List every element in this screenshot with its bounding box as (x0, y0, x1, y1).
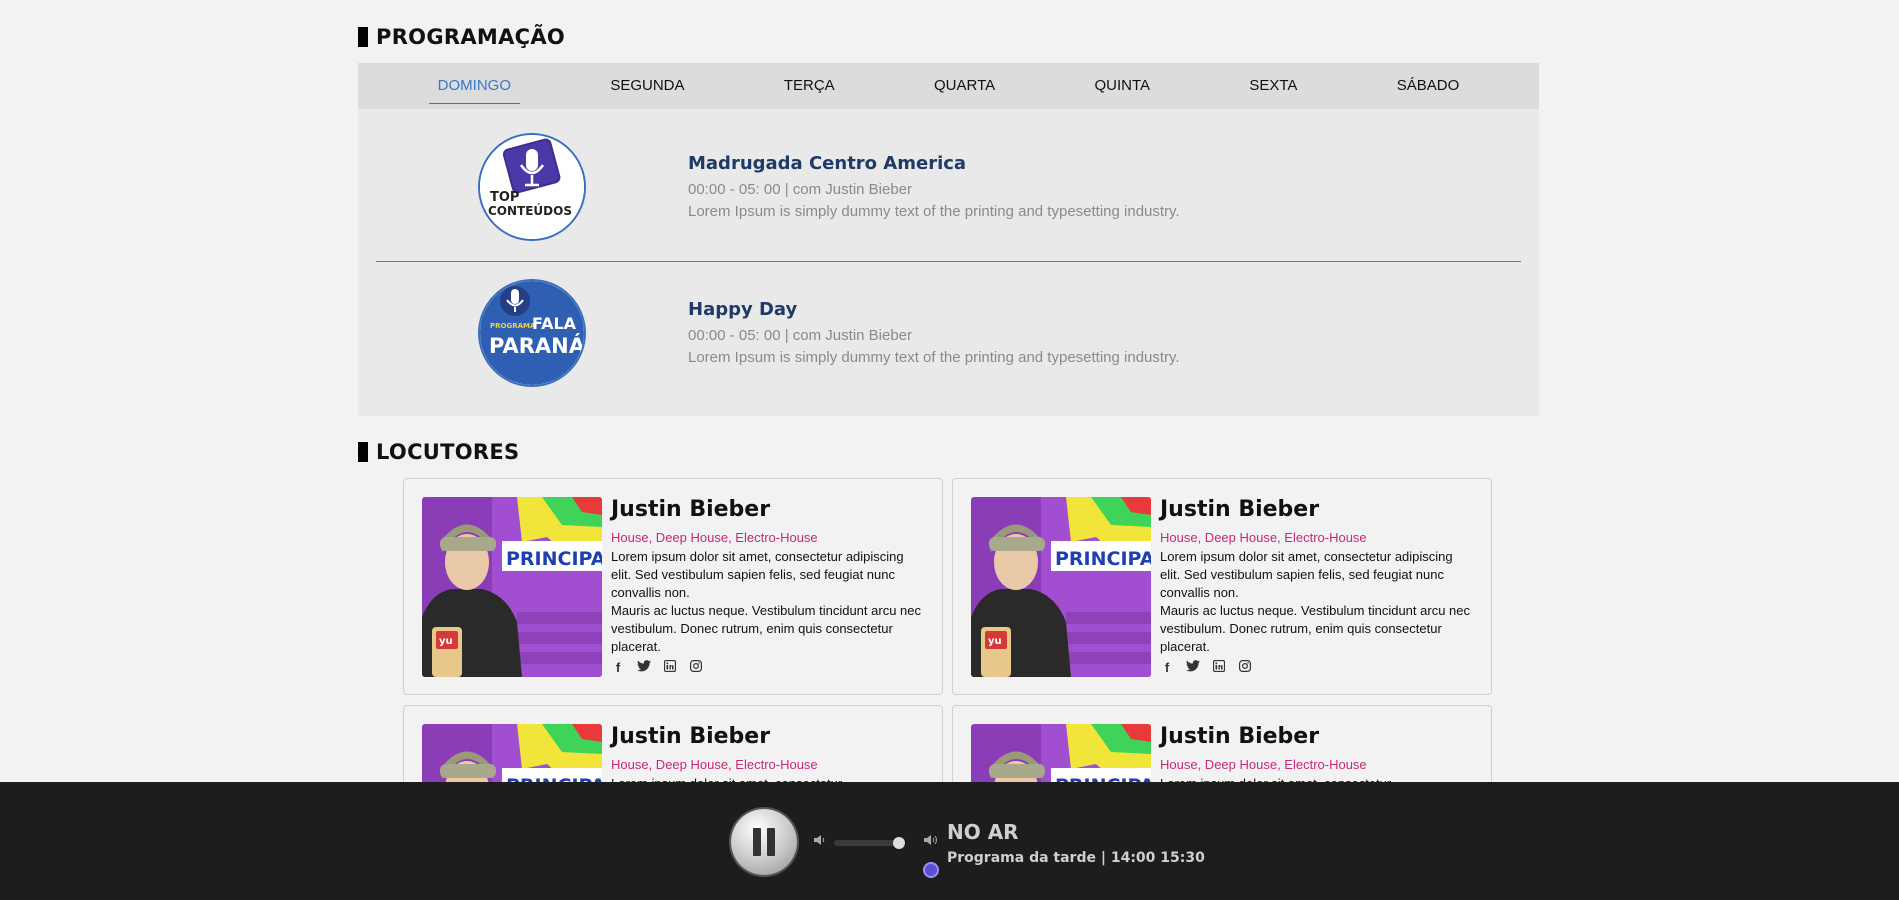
host-photo: PRINCIPA yu (422, 497, 602, 677)
instagram-icon[interactable] (1238, 660, 1252, 675)
host-bio-line-2: Mauris ac luctus neque. Vestibulum tinci… (1160, 603, 1471, 654)
instagram-icon[interactable] (689, 660, 703, 675)
show-description: Lorem Ipsum is simply dummy text of the … (688, 349, 1180, 366)
volume-high-icon[interactable] (923, 834, 939, 849)
tab-quinta[interactable]: QUINTA (1085, 63, 1159, 109)
tab-terca[interactable]: TERÇA (775, 63, 844, 109)
schedule-item: TOP CONTEÚDOS Madrugada Centro America 0… (358, 133, 1539, 261)
host-card[interactable]: PRINCIPA yu Justin Bieber House, Deep Ho… (403, 478, 943, 695)
linkedin-icon[interactable] (1212, 659, 1226, 675)
host-bio-line-1: Lorem ipsum dolor sit amet, consectetur … (1160, 549, 1453, 600)
heading-bar (358, 27, 368, 47)
host-name: Justin Bieber (611, 724, 771, 749)
linkedin-icon[interactable] (663, 659, 677, 675)
on-air-label: NO AR (947, 820, 1019, 844)
logo-text-small: PROGRAMA (490, 322, 536, 330)
volume-slider[interactable] (834, 837, 906, 849)
twitter-icon[interactable] (1186, 660, 1200, 675)
logo-text-top: FALA (532, 314, 577, 333)
host-info: Justin Bieber House, Deep House, Electro… (611, 497, 922, 675)
photo-banner-text: PRINCIPA (506, 548, 602, 570)
photo-banner-text: PRINCIPA (1055, 548, 1151, 570)
volume-knob[interactable] (892, 837, 905, 849)
twitter-icon[interactable] (637, 660, 651, 675)
host-genre: House, Deep House, Electro-House (1160, 530, 1367, 545)
show-description: Lorem Ipsum is simply dummy text of the … (688, 203, 1180, 220)
show-time: 00:00 - 05: 00 | com Justin Bieber (688, 181, 913, 198)
logo-text-bottom: PARANÁ (489, 333, 584, 358)
schedule-item: PROGRAMA FALA PARANÁ Happy Day 00:00 - 0… (358, 279, 1539, 407)
show-info: Madrugada Centro America 00:00 - 05: 00 … (688, 153, 1180, 220)
pause-button[interactable] (731, 809, 797, 875)
host-bio-line-2: Mauris ac luctus neque. Vestibulum tinci… (611, 603, 922, 654)
host-name: Justin Bieber (1160, 497, 1320, 522)
current-program: Programa da tarde | 14:00 15:30 (947, 850, 1205, 866)
host-genre: House, Deep House, Electro-House (1160, 757, 1367, 772)
social-links: f (1160, 659, 1471, 675)
facebook-icon[interactable]: f (611, 660, 625, 675)
host-genre: House, Deep House, Electro-House (611, 530, 818, 545)
pause-icon-right (767, 828, 775, 856)
pause-icon-left (753, 828, 761, 856)
hosts-heading: LOCUTORES (358, 437, 519, 467)
fala-parana-logo: PROGRAMA FALA PARANÁ (478, 279, 586, 387)
day-tabs: DOMINGO SEGUNDA TERÇA QUARTA QUINTA SEXT… (358, 63, 1539, 109)
schedule-title: PROGRAMAÇÃO (376, 25, 566, 49)
tab-sabado[interactable]: SÁBADO (1388, 63, 1469, 109)
show-info: Happy Day 00:00 - 05: 00 | com Justin Bi… (688, 299, 1180, 366)
host-photo: PRINCIPA yu (971, 497, 1151, 677)
logo-text-top: TOP (490, 190, 519, 205)
tab-domingo[interactable]: DOMINGO (428, 63, 521, 109)
volume-fill (834, 840, 899, 846)
schedule-divider (376, 261, 1521, 262)
tab-sexta[interactable]: SEXTA (1240, 63, 1306, 109)
host-name: Justin Bieber (1160, 724, 1320, 749)
schedule-panel: DOMINGO SEGUNDA TERÇA QUARTA QUINTA SEXT… (358, 63, 1539, 416)
show-title[interactable]: Madrugada Centro America (688, 153, 1180, 174)
facebook-icon[interactable]: f (1160, 660, 1174, 675)
host-info: Justin Bieber House, Deep House, Electro… (1160, 497, 1471, 675)
host-bio: Lorem ipsum dolor sit amet, consectetur … (611, 548, 922, 656)
host-bio: Lorem ipsum dolor sit amet, consectetur … (1160, 548, 1471, 656)
hosts-title: LOCUTORES (376, 440, 520, 464)
heading-bar (358, 442, 368, 462)
logo-text-bottom: CONTEÚDOS (488, 203, 572, 218)
show-title[interactable]: Happy Day (688, 299, 1180, 320)
tab-segunda[interactable]: SEGUNDA (601, 63, 693, 109)
mic-label-text: yu (988, 636, 1002, 647)
live-indicator-icon (925, 864, 937, 876)
schedule-heading: PROGRAMAÇÃO (358, 22, 565, 52)
host-bio-line-1: Lorem ipsum dolor sit amet, consectetur … (611, 549, 904, 600)
host-name: Justin Bieber (611, 497, 771, 522)
mic-label-text: yu (439, 636, 453, 647)
show-time: 00:00 - 05: 00 | com Justin Bieber (688, 327, 913, 344)
host-card[interactable]: PRINCIPA yu Justin Bieber House, Deep Ho… (952, 478, 1492, 695)
social-links: f (611, 659, 922, 675)
top-conteudos-logo: TOP CONTEÚDOS (478, 133, 586, 241)
volume-low-icon[interactable] (813, 834, 827, 849)
radio-player-bar: NO AR Programa da tarde | 14:00 15:30 (0, 782, 1899, 900)
tab-quarta[interactable]: QUARTA (925, 63, 1004, 109)
host-genre: House, Deep House, Electro-House (611, 757, 818, 772)
